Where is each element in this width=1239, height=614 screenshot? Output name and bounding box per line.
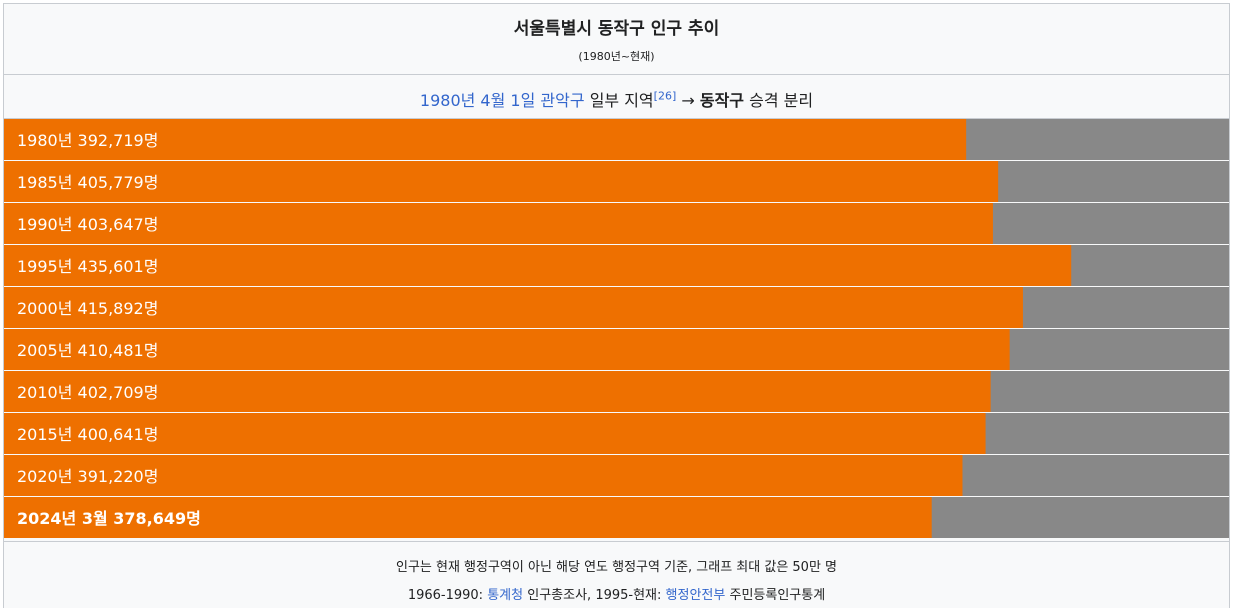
chart-title: 서울특별시 동작구 인구 추이 [513, 19, 720, 39]
gwanak-link[interactable]: 관악구 [540, 91, 584, 110]
source-suffix: 주민등록인구통계 [729, 588, 826, 603]
arrow-text: → [681, 91, 695, 110]
population-bar [4, 245, 1072, 286]
bar-label: 2020년 391,220명 [17, 467, 158, 486]
date-link[interactable]: 1980년 4월 1일 [420, 91, 535, 110]
population-bar-chart: 1980년 392,719명 1985년 405,779명 1990년 403,64… [4, 119, 1229, 538]
reference-link[interactable]: [26] [654, 90, 677, 103]
chart-subtitle: (1980년~현재) [578, 50, 655, 63]
footer-note: 인구는 현재 행정구역이 아닌 해당 연도 행정구역 기준, 그래프 최대 값은… [395, 560, 838, 575]
bar-label: 2005년 410,481명 [17, 341, 158, 360]
bar-label: 2010년 402,709명 [17, 383, 158, 402]
statistics-korea-link[interactable]: 통계청 [487, 588, 523, 603]
bar-label: 2024년 3월 378,649명 [17, 509, 201, 528]
dongjak-name: 동작구 [699, 91, 745, 110]
mois-link[interactable]: 행정안전부 [666, 588, 726, 603]
footer: 인구는 현재 행정구역이 아닌 해당 연도 행정구역 기준, 그래프 최대 값은… [4, 541, 1229, 608]
title-box: 서울특별시 동작구 인구 추이 (1980년~현재) [4, 4, 1229, 75]
population-chart-frame: 서울특별시 동작구 인구 추이 (1980년~현재) 1980년 4월 1일 관… [3, 3, 1230, 608]
bar-label: 2015년 400,641명 [17, 425, 158, 444]
footer-sources: 1966-1990: 통계청 인구총조사, 1995-현재: 행정안전부 주민등… [4, 584, 1229, 603]
bar-label: 1985년 405,779명 [17, 173, 158, 192]
note-box: 1980년 4월 1일 관악구 일부 지역[26] → 동작구 승격 분리 [4, 75, 1229, 119]
note-text-end: 승격 분리 [749, 91, 814, 110]
source-mid: 인구총조사, 1995-현재: [527, 588, 662, 603]
bar-label: 1995년 435,601명 [17, 257, 158, 276]
source-prefix: 1966-1990: [407, 588, 484, 603]
bar-label: 1990년 403,647명 [17, 215, 158, 234]
bar-label: 2000년 415,892명 [17, 299, 158, 318]
bar-label: 1980년 392,719명 [17, 131, 158, 150]
note-text-mid: 일부 지역 [589, 91, 654, 110]
district-note: 1980년 4월 1일 관악구 일부 지역[26] → 동작구 승격 분리 [4, 87, 1229, 111]
